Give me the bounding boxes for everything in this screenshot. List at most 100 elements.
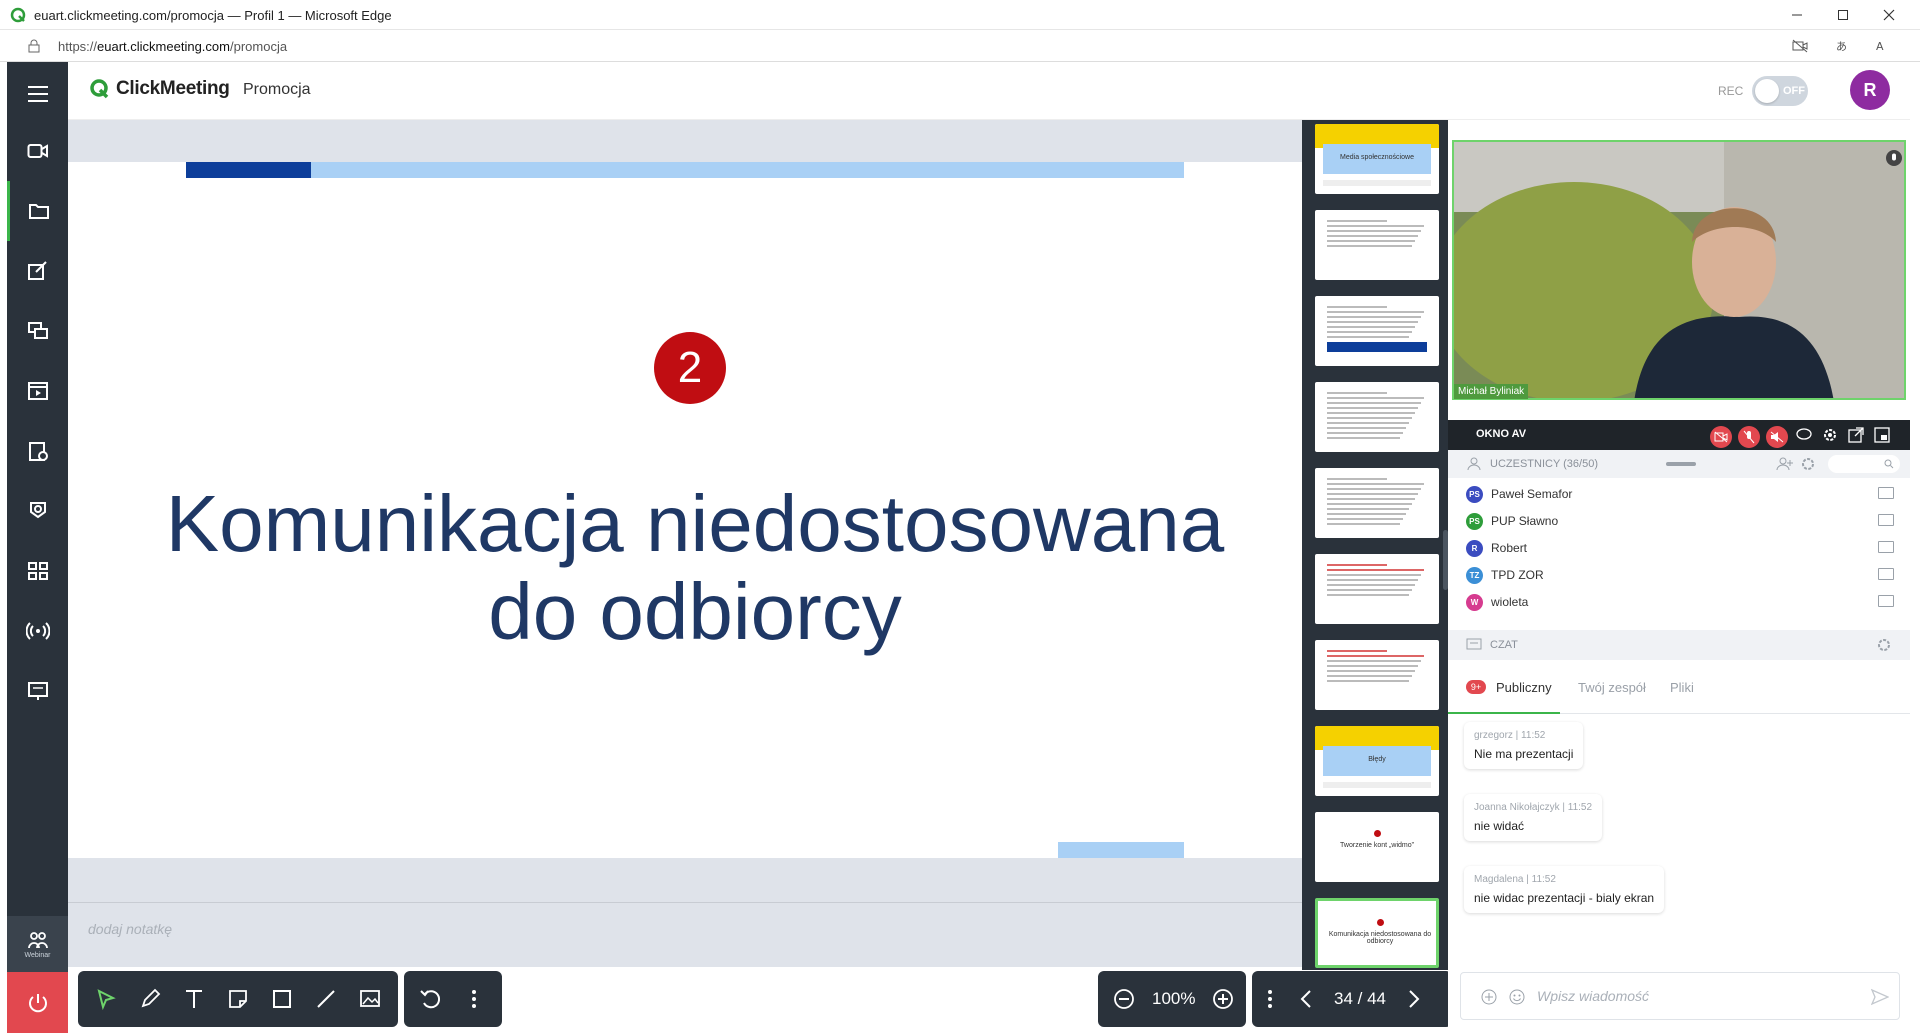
slide-thumbnail[interactable] (1315, 210, 1439, 280)
tab-team[interactable]: Twój zespół (1578, 680, 1646, 695)
camera-off-button[interactable] (1710, 426, 1732, 448)
slide-thumbnail[interactable]: Media społecznościowe (1315, 124, 1439, 194)
participants-list: PS Paweł Semafor PS PUP Sławno R Robert TZ TPD … (1448, 478, 1910, 628)
add-participant-icon[interactable] (1776, 456, 1794, 472)
participant-avatar: PS (1466, 485, 1483, 503)
slide-thumbnail[interactable] (1315, 296, 1439, 366)
image-tool-button[interactable] (348, 977, 392, 1021)
participants-header[interactable]: UCZESTNICY (36/50) (1448, 450, 1910, 478)
participant-name: TPD ZOR (1491, 568, 1544, 582)
emoji-icon[interactable] (1509, 989, 1525, 1005)
slide-options-button[interactable] (1252, 977, 1288, 1021)
menu-button[interactable] (7, 64, 68, 124)
send-icon[interactable] (1871, 988, 1889, 1006)
slide-thumbnail[interactable]: Komunikacja niedostosowana do odbiorcy (1315, 898, 1439, 968)
message-meta: Joanna Nikołajczyk | 11:52 (1474, 802, 1593, 813)
previous-slide-button[interactable] (1288, 977, 1324, 1021)
zoom-in-button[interactable] (1201, 977, 1245, 1021)
slide-title: Komunikacja niedostosowana do odbiorcy (150, 480, 1240, 656)
page-toolbar: 34 / 44 (1252, 971, 1452, 1027)
sidebar-item-survey[interactable] (7, 421, 68, 481)
slide-title-line1: Komunikacja niedostosowana (165, 479, 1225, 568)
slide-thumbnail[interactable]: Błędy (1315, 726, 1439, 796)
webinar-mode-button[interactable]: Webinar (7, 916, 68, 972)
sidebar-item-presentation[interactable] (7, 661, 68, 721)
read-aloud-icon[interactable]: A (1876, 39, 1892, 53)
app-header (68, 62, 1910, 120)
participant-row[interactable]: Wwioleta (1466, 592, 1528, 612)
chat-bubble-icon[interactable] (1796, 428, 1812, 442)
slide-thumbnail[interactable] (1315, 640, 1439, 710)
participant-row[interactable]: R Robert (1466, 538, 1527, 558)
rectangle-icon (273, 990, 291, 1008)
next-slide-button[interactable] (1396, 977, 1432, 1021)
sidebar-item-tests[interactable] (7, 481, 68, 541)
webinar-icon (27, 931, 48, 948)
recording-toggle[interactable]: OFF (1752, 76, 1808, 106)
popout-icon[interactable] (1848, 427, 1864, 443)
minimize-button[interactable] (1774, 0, 1820, 30)
participant-search-input[interactable] (1828, 455, 1900, 473)
select-tool-button[interactable] (84, 977, 128, 1021)
chat-settings-icon[interactable] (1876, 637, 1892, 653)
mic-off-button[interactable] (1738, 426, 1760, 448)
notes-placeholder: dodaj notatkę (88, 921, 173, 937)
power-icon (28, 993, 47, 1012)
text-tool-button[interactable] (172, 977, 216, 1021)
sidebar-item-files[interactable] (7, 181, 68, 241)
speaker-video-frame (1454, 142, 1904, 398)
chat-message: Magdalena | 11:52 nie widac prezentacji -… (1464, 866, 1665, 913)
user-avatar[interactable]: R (1850, 70, 1890, 110)
add-attachment-icon[interactable] (1481, 989, 1497, 1005)
close-window-button[interactable] (1866, 0, 1912, 30)
chat-composer[interactable]: Wpisz wiadomość (1460, 972, 1900, 1020)
device-icon (1878, 595, 1894, 607)
undo-button[interactable] (408, 977, 452, 1021)
folder-icon (29, 204, 49, 219)
slide-thumbnail[interactable]: Tworzenie kont „widmo” (1315, 812, 1439, 882)
message-meta: Magdalena | 11:52 (1474, 874, 1556, 885)
message-input[interactable]: Wpisz wiadomość (1537, 988, 1649, 1004)
camera-blocked-icon[interactable] (1792, 39, 1808, 53)
slide-thumbnail[interactable] (1315, 382, 1439, 452)
page-indicator: 34 / 44 (1334, 989, 1386, 1008)
notes-area[interactable]: dodaj notatkę (68, 902, 1302, 967)
chat-header[interactable]: CZAT (1448, 630, 1910, 660)
participant-row[interactable]: PS Paweł Semafor (1466, 484, 1572, 504)
note-tool-button[interactable] (216, 977, 260, 1021)
sidebar-item-screensharing[interactable] (7, 301, 68, 361)
badge-icon (29, 502, 46, 519)
speaker-off-button[interactable] (1766, 426, 1788, 448)
address-bar[interactable]: https://euart.clickmeeting.com/promocja … (0, 30, 1920, 62)
participant-row[interactable]: PS PUP Sławno (1466, 511, 1558, 531)
participants-settings-icon[interactable] (1800, 456, 1816, 472)
settings-gear-icon[interactable] (1822, 427, 1838, 443)
slide-thumbnail[interactable] (1315, 554, 1439, 624)
tab-files[interactable]: Pliki (1670, 680, 1694, 695)
more-vertical-icon (472, 990, 476, 1008)
tab-public[interactable]: Publiczny (1496, 680, 1552, 695)
more-tools-button[interactable] (452, 977, 496, 1021)
sidebar-item-whiteboard[interactable] (7, 241, 68, 301)
minimize-icon (1792, 14, 1802, 16)
participant-row[interactable]: TZ TPD ZOR (1466, 565, 1544, 585)
translate-icon[interactable]: あ (1836, 39, 1854, 53)
drag-handle[interactable] (1666, 462, 1696, 466)
history-toolbar (404, 971, 502, 1027)
rectangle-tool-button[interactable] (260, 977, 304, 1021)
sidebar-item-apps[interactable] (7, 541, 68, 601)
zoom-out-button[interactable] (1102, 977, 1146, 1021)
pen-tool-button[interactable] (128, 977, 172, 1021)
zoom-out-icon (1114, 989, 1134, 1009)
slide-thumbnail[interactable] (1315, 468, 1439, 538)
maximize-button[interactable] (1820, 0, 1866, 30)
sidebar-item-media[interactable] (7, 361, 68, 421)
sidebar-item-video[interactable] (7, 121, 68, 181)
participant-name: Paweł Semafor (1491, 487, 1573, 501)
thumbnail-title: Komunikacja niedostosowana do odbiorcy (1328, 931, 1432, 945)
url-text[interactable]: https://euart.clickmeeting.com/promocja (58, 39, 287, 54)
line-tool-button[interactable] (304, 977, 348, 1021)
minimize-panel-icon[interactable] (1874, 427, 1890, 443)
sidebar-item-broadcast[interactable] (7, 601, 68, 661)
end-session-button[interactable] (7, 972, 68, 1033)
